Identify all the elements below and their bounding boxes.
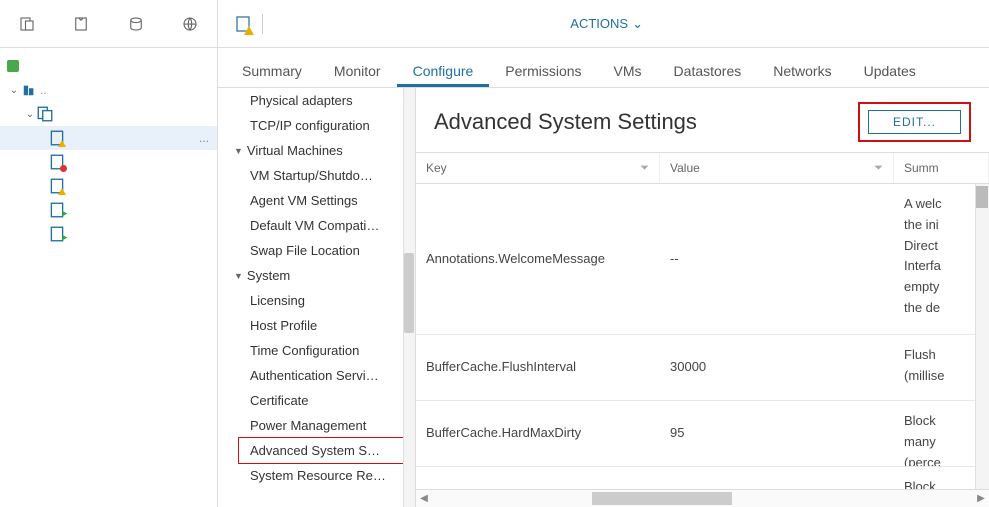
scroll-left-icon[interactable]: ◀ [416,493,432,504]
table-row[interactable]: Block [416,467,989,489]
cluster-icon [36,105,54,123]
table-row[interactable]: BufferCache.FlushInterval 30000 Flush (m… [416,335,989,401]
nav-group-system-label: System [247,268,290,283]
col-key-label: Key [426,161,447,175]
table-vscrollbar[interactable] [975,184,989,489]
tab-monitor[interactable]: Monitor [318,53,397,87]
nav-physical-adapters[interactable]: Physical adapters [218,88,415,113]
tree-vcenter[interactable] [0,54,217,78]
inventory-sidebar: ⌄.. ⌄ ... ▸ ▸ [0,0,218,507]
tab-vms[interactable]: VMs [598,53,658,87]
cell-key: BufferCache.FlushInterval [416,335,660,400]
nav-advanced-system-settings[interactable]: Advanced System S… [238,437,411,464]
nav-certificate[interactable]: Certificate [218,388,415,413]
col-key[interactable]: Key ⏷ [416,153,660,183]
table-hscrollbar[interactable]: ◀ ▶ [416,489,989,507]
main-panel: Advanced System Settings EDIT... Key ⏷ Va… [416,88,989,507]
table-row[interactable]: Annotations.WelcomeMessage -- A welc the… [416,184,989,335]
col-summary-label: Summ [904,161,939,175]
tree-host-4[interactable]: ▸ [0,198,217,222]
host-header-icon [234,15,252,33]
ok-badge-icon: ▸ [62,232,67,243]
chevron-down-icon: ⌄ [632,16,643,32]
object-tabs: Summary Monitor Configure Permissions VM… [218,48,989,88]
tree-host-3[interactable] [0,174,217,198]
edit-highlight-box: EDIT... [858,102,971,142]
caret-down-icon: ▼ [234,271,243,281]
nav-system-resource[interactable]: System Resource Re… [218,463,415,488]
warning-badge-icon [244,26,254,35]
nav-tcpip[interactable]: TCP/IP configuration [218,113,415,138]
config-nav-scrollbar[interactable] [403,88,415,507]
error-badge-icon [60,165,67,172]
header-separator [262,14,263,34]
cell-value: 30000 [660,335,894,400]
cell-key: Annotations.WelcomeMessage [416,184,660,334]
tab-summary[interactable]: Summary [226,53,318,87]
nav-host-profile[interactable]: Host Profile [218,313,415,338]
tab-datastores[interactable]: Datastores [658,53,758,87]
cell-key [416,467,660,489]
warning-badge-icon [58,140,66,147]
ok-badge-icon: ▸ [62,208,67,219]
col-value-label: Value [670,161,700,175]
tab-updates[interactable]: Updates [848,53,932,87]
table-body: Annotations.WelcomeMessage -- A welc the… [416,184,989,489]
nav-power-mgmt[interactable]: Power Management [218,413,415,438]
settings-table: Key ⏷ Value ⏷ Summ Annotations.WelcomeMess… [416,152,989,507]
filter-icon[interactable]: ⏷ [874,162,883,175]
nav-swap-file[interactable]: Swap File Location [218,238,415,263]
nav-time-config[interactable]: Time Configuration [218,338,415,363]
tree-host-2[interactable] [0,150,217,174]
tab-networks[interactable]: Networks [757,53,847,87]
inventory-tabs [0,0,217,48]
nav-auth-services[interactable]: Authentication Servi… [218,363,415,388]
caret-down-icon: ▼ [234,146,243,156]
table-header: Key ⏷ Value ⏷ Summ [416,153,989,184]
nav-licensing[interactable]: Licensing [218,288,415,313]
tree-host-5[interactable]: ▸ [0,222,217,246]
scroll-right-icon[interactable]: ▶ [973,493,989,504]
vcenter-icon [7,60,19,72]
panel-title: Advanced System Settings [434,109,697,135]
filter-icon[interactable]: ⏷ [640,162,649,175]
storage-icon[interactable] [109,0,163,47]
tab-permissions[interactable]: Permissions [489,53,597,87]
vms-templates-icon[interactable] [54,0,108,47]
nav-group-system[interactable]: ▼ System [218,263,415,288]
cell-key: BufferCache.HardMaxDirty [416,401,660,466]
object-header: ACTIONS ⌄ [218,0,989,48]
col-value[interactable]: Value ⏷ [660,153,894,183]
networking-icon[interactable] [163,0,217,47]
nav-agent-vm[interactable]: Agent VM Settings [218,188,415,213]
nav-group-vms[interactable]: ▼ Virtual Machines [218,138,415,163]
cell-value: -- [660,184,894,334]
nav-vm-startup[interactable]: VM Startup/Shutdo… [218,163,415,188]
nav-group-vms-label: Virtual Machines [247,143,343,158]
edit-button[interactable]: EDIT... [868,110,961,134]
datacenter-icon [22,83,36,97]
table-row[interactable]: BufferCache.HardMaxDirty 95 Block many (… [416,401,989,467]
tree-datacenter[interactable]: ⌄.. [0,78,217,102]
tree-host-1[interactable]: ... [0,126,217,150]
cell-value [660,467,894,489]
cell-value: 95 [660,401,894,466]
actions-label: ACTIONS [570,16,628,31]
configure-nav: Physical adapters TCP/IP configuration ▼… [218,88,416,507]
tree-cluster[interactable]: ⌄ [0,102,217,126]
hosts-clusters-icon[interactable] [0,0,54,47]
warning-badge-icon [58,188,66,195]
inventory-tree: ⌄.. ⌄ ... ▸ ▸ [0,48,217,252]
actions-menu[interactable]: ACTIONS ⌄ [570,16,643,32]
col-summary[interactable]: Summ [894,153,989,183]
tab-configure[interactable]: Configure [397,53,490,87]
nav-default-vm-compat[interactable]: Default VM Compati… [218,213,415,238]
